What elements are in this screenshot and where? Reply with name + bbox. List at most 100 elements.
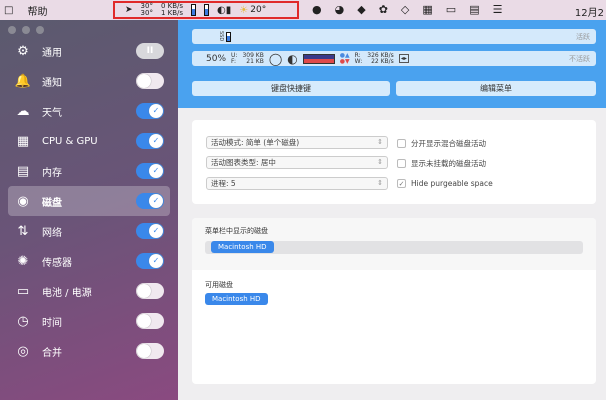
split-activity-checkbox[interactable]: 分开显示混合磁盘活动: [397, 138, 486, 149]
weather-icon: ☀: [239, 4, 249, 16]
unmounted-activity-checkbox[interactable]: 显示未挂载的磁盘活动: [397, 158, 486, 169]
toggle-switch[interactable]: [136, 223, 164, 239]
sidebar-item-label: 电池 / 电源: [42, 287, 92, 299]
sidebar-item-3[interactable]: ▦ CPU & GPU: [8, 126, 170, 156]
sidebar-item-label: 网络: [42, 227, 62, 239]
zoom-button[interactable]: [36, 26, 44, 34]
close-button[interactable]: [8, 26, 16, 34]
ssd-widget-row[interactable]: SSD 活跃: [192, 29, 596, 44]
processes-select[interactable]: 进程: 5: [206, 177, 388, 190]
network-readout: 0 KB/s 1 KB/s: [160, 2, 184, 17]
sidebar-item-4[interactable]: ▤ 内存: [8, 156, 170, 186]
cloud-icon: ☁: [16, 103, 30, 119]
toggle-switch[interactable]: [136, 313, 164, 329]
sidebar-item-1[interactable]: 🔔 通知: [8, 66, 170, 96]
app-menu[interactable]: □: [4, 5, 13, 16]
toggle-switch[interactable]: [136, 103, 164, 119]
ssd-bar-icon: [226, 31, 231, 42]
sidebar-item-8[interactable]: ▭ 电池 / 电源: [8, 276, 170, 306]
disk-chip[interactable]: Macintosh HD: [211, 241, 274, 253]
ssd-label: SSD: [218, 31, 224, 42]
network-icon: ⇅: [17, 223, 29, 239]
pause-button[interactable]: II: [136, 43, 164, 59]
memory-icon: ▤: [16, 163, 30, 179]
app-icon[interactable]: ●: [312, 3, 322, 16]
clock-icon: ◷: [17, 313, 29, 329]
layers-icon[interactable]: ◇: [401, 3, 409, 16]
checkbox-checked[interactable]: ✓: [397, 179, 406, 188]
activity-mode-select[interactable]: 活动模式: 简单 (单个磁盘): [206, 136, 388, 149]
sidebar-item-5[interactable]: ◉ 磁盘: [8, 186, 170, 216]
keyboard-shortcuts-button[interactable]: 键盘快捷键: [192, 81, 390, 96]
sidebar-item-label: 合并: [42, 347, 62, 359]
toggle-icon[interactable]: ☰: [493, 3, 503, 16]
arrows-icon: ◂▸: [398, 54, 409, 63]
temperature-readout: 30° 30°: [140, 2, 153, 17]
toggle-switch[interactable]: [136, 193, 164, 209]
sidebar-item-0[interactable]: ⚙ 通用 II: [8, 36, 170, 66]
sidebar-item-7[interactable]: ✺ 传感器: [8, 246, 170, 276]
section-title: 可用磁盘: [205, 281, 233, 289]
options-card: 活动模式: 简单 (单个磁盘) 活动图表类型: 居中 进程: 5 分开显示混合磁…: [192, 120, 596, 204]
sidebar-item-label: 内存: [42, 167, 62, 179]
sidebar-item-label: 磁盘: [42, 197, 62, 209]
sidebar-item-10[interactable]: ◎ 合并: [8, 336, 170, 366]
percent-value: 50%: [206, 53, 227, 64]
edit-menu-button[interactable]: 编辑菜单: [396, 81, 596, 96]
battery-icon[interactable]: ▭: [446, 3, 456, 16]
read-write-values: 326 KB/s 22 KB/s: [367, 51, 394, 65]
checkbox[interactable]: [397, 139, 406, 148]
disks-card: 菜单栏中显示的磁盘 Macintosh HD 可用磁盘 Macintosh HD: [192, 218, 596, 384]
sidebar-item-label: 时间: [42, 317, 62, 329]
read-write-dots-icon: ●▲ ●▼: [339, 51, 350, 65]
used-free-values: 309 KB 21 KB: [242, 51, 264, 65]
chart-type-select[interactable]: 活动图表类型: 居中: [206, 156, 388, 169]
ring-icon: ◯: [268, 51, 283, 66]
hide-purgeable-checkbox[interactable]: ✓ Hide purgeable space: [397, 179, 493, 188]
sidebar-item-2[interactable]: ☁ 天气: [8, 96, 170, 126]
disk-widget-row[interactable]: 50% U: F: 309 KB 21 KB ◯ ◐ ●▲ ●▼ R: W: 326 K…: [192, 51, 596, 66]
location-icon: ➤: [125, 4, 133, 15]
combine-icon: ◎: [17, 343, 29, 359]
sensor-icon: ✺: [17, 253, 29, 269]
app-icon[interactable]: ◆: [357, 3, 365, 16]
sidebar: ⚙ 通用 II 🔔 通知 ☁ 天气 ▦ CPU & GPU ▤ 内存 ◉ 磁盘 ⇅ 网络 ✺ 传感器 ▭ 电池 / …: [0, 20, 178, 400]
system-tray: ● ◕ ◆ ✿ ◇ ▦ ▭ ▤ ☰: [312, 3, 502, 16]
disk-icon: ◉: [17, 193, 29, 209]
battery-icon: ▭: [16, 283, 30, 299]
window-controls: [8, 26, 178, 36]
status-inactive: 不活跃: [569, 54, 590, 63]
sidebar-item-6[interactable]: ⇅ 网络: [8, 216, 170, 246]
sidebar-item-label: 天气: [42, 107, 62, 119]
checkbox[interactable]: [397, 159, 406, 168]
toggle-switch[interactable]: [136, 283, 164, 299]
main-panel: SSD 活跃 50% U: F: 309 KB 21 KB ◯ ◐ ●▲ ●▼ R: W…: [178, 20, 606, 400]
app-icon[interactable]: ◕: [335, 3, 345, 16]
weather-temp: 20°: [250, 4, 267, 15]
sidebar-item-label: CPU & GPU: [42, 135, 98, 147]
preview-header: SSD 活跃 50% U: F: 309 KB 21 KB ◯ ◐ ●▲ ●▼ R: W…: [178, 20, 606, 108]
grid-icon[interactable]: ▦: [422, 3, 432, 16]
minimize-button[interactable]: [22, 26, 30, 34]
section-title: 菜单栏中显示的磁盘: [205, 227, 268, 235]
available-disk-chip[interactable]: Macintosh HD: [205, 293, 268, 305]
toggle-switch[interactable]: [136, 133, 164, 149]
menu-bar: □ 帮助 ➤ 30° 30° 0 KB/s 1 KB/s ◐▮ ☀ 20° ● ◕ ◆ ✿…: [0, 0, 606, 20]
sidebar-item-9[interactable]: ◷ 时间: [8, 306, 170, 336]
gear-icon: ⚙: [17, 43, 29, 59]
toggle-switch[interactable]: [136, 163, 164, 179]
wechat-icon[interactable]: ✿: [379, 3, 388, 16]
toggle-switch[interactable]: [136, 253, 164, 269]
cpu-icon: ▦: [16, 133, 30, 149]
help-menu[interactable]: 帮助: [27, 3, 47, 18]
sidebar-item-label: 通知: [42, 77, 62, 89]
toggle-switch[interactable]: [136, 343, 164, 359]
half-pie-icon: ◐: [287, 51, 298, 66]
status-active: 活跃: [576, 32, 590, 41]
control-icon[interactable]: ▤: [469, 3, 479, 16]
menubar-disk-list[interactable]: Macintosh HD: [205, 241, 583, 254]
stats-menubar-items[interactable]: ➤ 30° 30° 0 KB/s 1 KB/s ◐▮ ☀ 20°: [113, 1, 299, 19]
bell-icon: 🔔: [14, 73, 32, 89]
toggle-switch[interactable]: [136, 73, 164, 89]
clock[interactable]: 12月2: [575, 4, 604, 19]
